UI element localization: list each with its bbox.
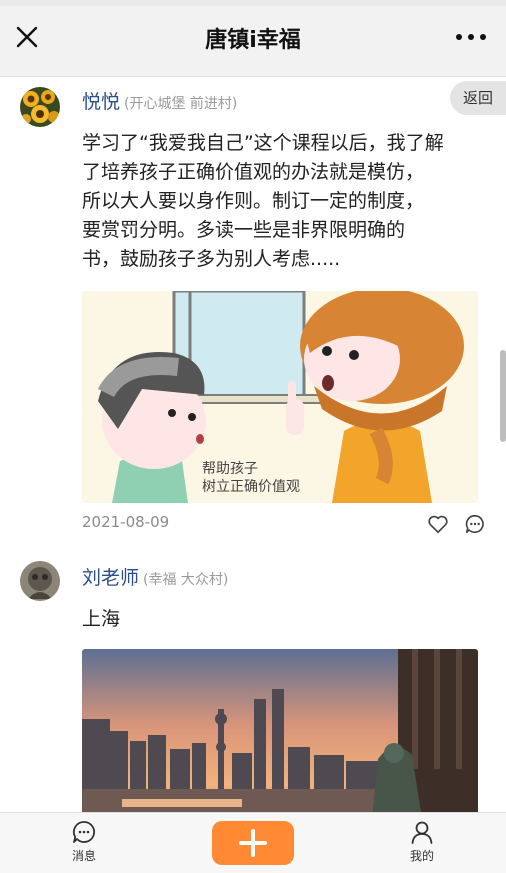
feed[interactable]: 悦悦 (开心城堡 前进村) 返回 学习了“我爱我自己”这个课程以后，我了解 了培养… — [0, 77, 506, 812]
user-icon — [411, 821, 433, 844]
avatar[interactable] — [20, 561, 60, 601]
post-text: 学习了“我爱我自己”这个课程以后，我了解 了培养孩子正确价值观的办法就是模仿， … — [82, 129, 492, 274]
post-author[interactable]: 悦悦 (开心城堡 前进村) — [82, 87, 237, 114]
plus-icon — [239, 829, 267, 857]
tab-label: 我的 — [409, 849, 434, 863]
avatar[interactable] — [20, 87, 60, 127]
top-bar: 唐镇i幸福 — [0, 0, 506, 77]
bottom-tab-bar: 消息 我的 — [0, 812, 506, 873]
post-text-line: 学习了“我爱我自己”这个课程以后，我了解 — [82, 132, 444, 154]
post-text-line: 书，鼓励孩子多为别人考虑..... — [82, 248, 341, 270]
status-strip — [0, 0, 506, 6]
post-text-line: 所以大人要以身作则。制订一定的制度， — [82, 190, 425, 212]
post-text-line: 了培养孩子正确价值观的办法就是模仿， — [82, 161, 425, 183]
like-icon[interactable] — [427, 513, 449, 535]
tab-messages[interactable]: 消息 — [54, 819, 114, 864]
author-name: 悦悦 — [82, 91, 121, 113]
tab-label: 消息 — [71, 849, 96, 863]
author-location: (开心城堡 前进村) — [124, 96, 238, 112]
post-text-line: 要赏罚分明。多读一些是非界限明确的 — [82, 219, 406, 241]
page-title: 唐镇i幸福 — [205, 28, 301, 53]
post-text: 上海 — [82, 608, 121, 630]
post-image[interactable]: 帮助孩子 树立正确价值观 — [82, 291, 478, 503]
post-image[interactable] — [82, 649, 478, 812]
post-date: 2021-08-09 — [82, 513, 170, 531]
image-caption-line: 帮助孩子 — [202, 461, 258, 477]
back-button[interactable]: 返回 — [450, 81, 506, 115]
comment-icon[interactable] — [464, 513, 486, 535]
message-icon — [72, 821, 96, 843]
more-icon[interactable] — [456, 34, 486, 42]
author-name: 刘老师 — [82, 567, 140, 589]
image-caption-line: 树立正确价值观 — [202, 479, 300, 495]
author-location: (幸福 大众村) — [143, 572, 229, 588]
scrollbar[interactable] — [500, 350, 506, 442]
tab-mine[interactable]: 我的 — [392, 819, 452, 864]
post-author[interactable]: 刘老师 (幸福 大众村) — [82, 563, 228, 590]
add-post-button[interactable] — [212, 821, 294, 865]
